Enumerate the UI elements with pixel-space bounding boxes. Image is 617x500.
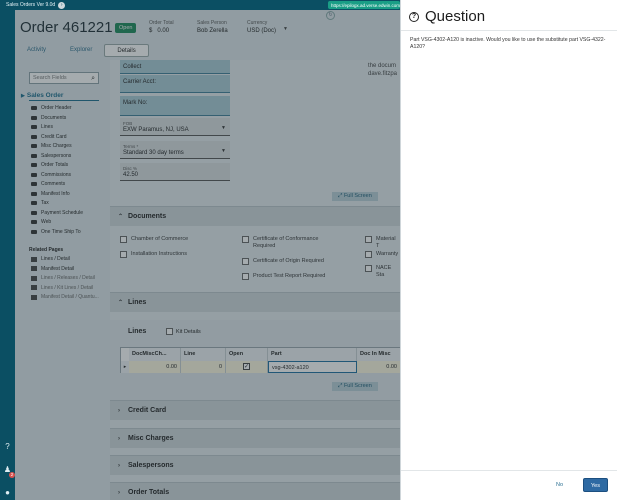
question-dialog: ? Question Part VSG-4302-A120 is inactiv… <box>400 0 617 500</box>
dialog-header: ? Question <box>409 8 485 25</box>
divider <box>401 470 617 471</box>
no-button[interactable]: No <box>556 482 563 488</box>
dialog-message: Part VSG-4302-A120 is inactive. Would yo… <box>410 37 606 50</box>
left-rail: ? ♟ 2 ● <box>0 10 15 500</box>
dialog-title: Question <box>425 8 486 25</box>
user-icon[interactable]: ● <box>3 488 12 497</box>
close-tab-icon[interactable]: › <box>58 1 66 9</box>
yes-button[interactable]: Yes <box>583 478 608 492</box>
modal-backdrop[interactable] <box>15 10 400 500</box>
divider <box>401 30 617 31</box>
url-pill[interactable]: https://epilogx.ad.verse.edwin.com <box>328 1 400 9</box>
window-title: Sales Orders Ver 9.0d <box>6 2 56 8</box>
help-icon[interactable]: ? <box>3 442 12 451</box>
question-icon: ? <box>409 11 419 22</box>
